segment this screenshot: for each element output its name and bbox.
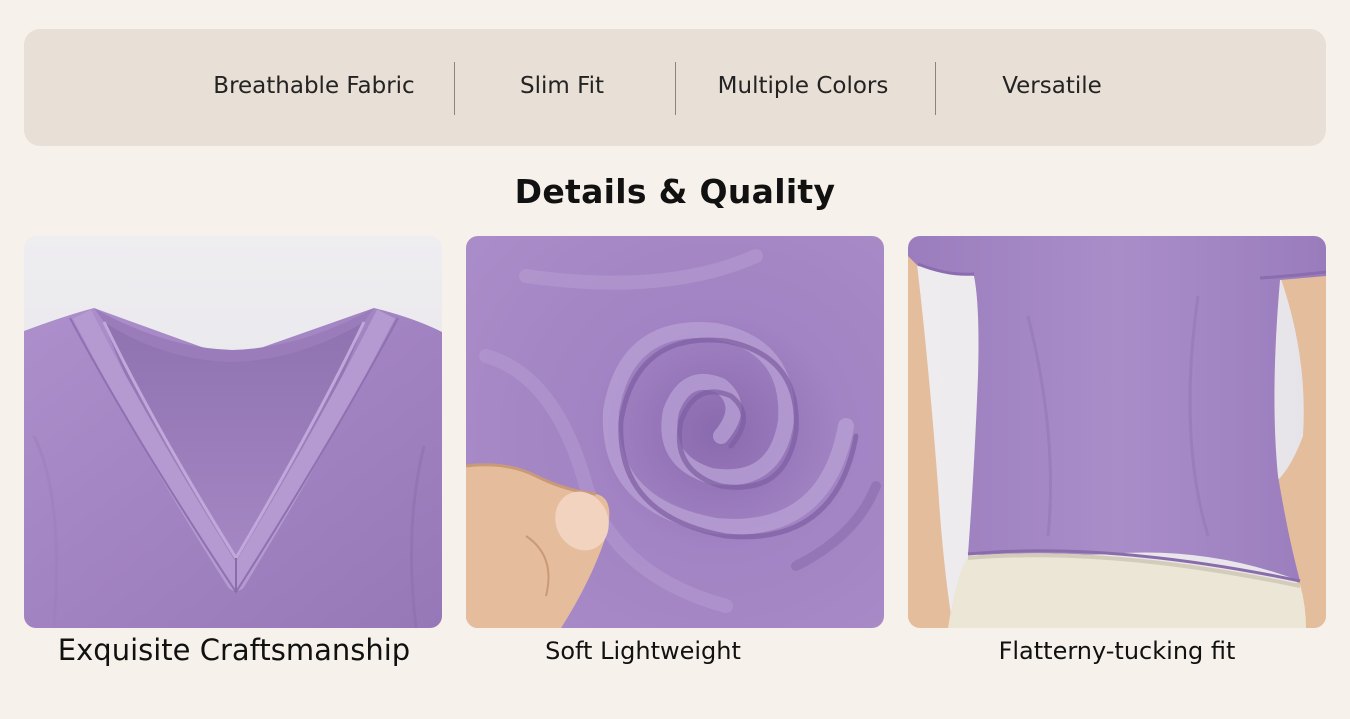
feature-divider xyxy=(675,62,676,115)
card-torso-fit xyxy=(908,236,1326,628)
feature-divider xyxy=(935,62,936,115)
torso-fit-image xyxy=(908,236,1326,628)
caption-soft-lightweight: Soft Lightweight xyxy=(545,637,741,665)
v-neck-collar-image xyxy=(24,236,442,628)
feature-divider xyxy=(454,62,455,115)
fabric-swirl-image xyxy=(466,236,884,628)
card-fabric-swirl xyxy=(466,236,884,628)
caption-flatterny-tucking-fit: Flatterny-tucking fit xyxy=(998,637,1236,665)
feature-bar: Breathable Fabric Slim Fit Multiple Colo… xyxy=(24,29,1326,146)
caption-exquisite-craftsmanship: Exquisite Craftsmanship xyxy=(57,633,411,667)
feature-versatile: Versatile xyxy=(1002,73,1102,99)
feature-slim-fit: Slim Fit xyxy=(519,73,605,99)
section-title: Details & Quality xyxy=(514,172,836,211)
feature-multiple-colors: Multiple Colors xyxy=(717,73,889,99)
card-v-neck-collar xyxy=(24,236,442,628)
feature-breathable-fabric: Breathable Fabric xyxy=(213,73,415,99)
